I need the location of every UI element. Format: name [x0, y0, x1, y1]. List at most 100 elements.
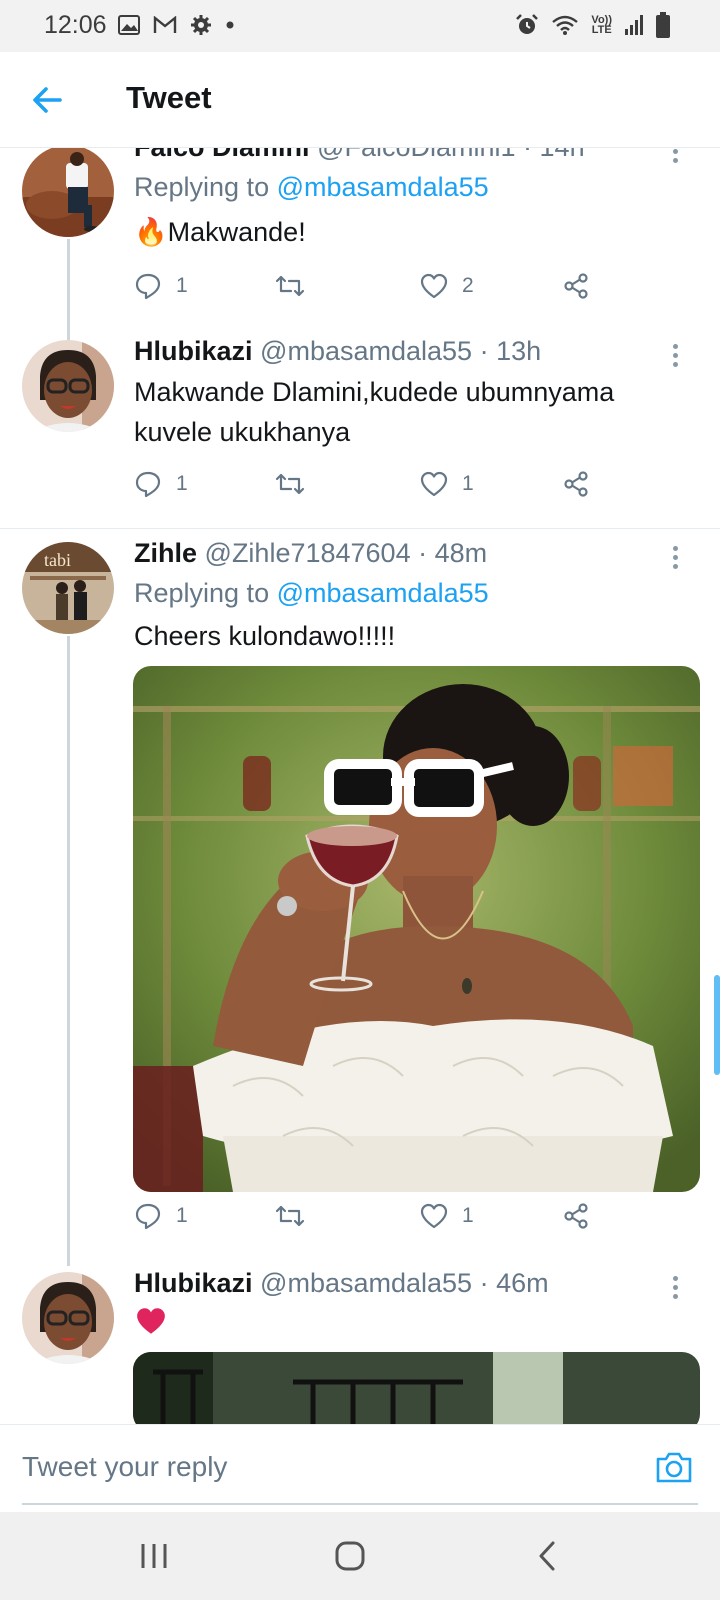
notification-icons [118, 14, 235, 36]
like-action[interactable]: 1 [420, 1196, 474, 1236]
share-action[interactable] [562, 464, 590, 504]
avatar[interactable] [22, 148, 114, 237]
tweet-actions: 1 2 [134, 266, 614, 306]
author-name[interactable]: Falco Dlamini [134, 148, 310, 162]
replying-to: Replying to @mbasamdala55 [134, 172, 489, 203]
reply-input[interactable]: Tweet your reply [22, 1447, 582, 1487]
author-name[interactable]: Hlubikazi [134, 336, 253, 366]
recent-apps-icon[interactable] [134, 1538, 174, 1574]
avatar-photo [22, 148, 114, 237]
reply-input-underline [22, 1503, 698, 1505]
tweet-actions: 1 1 [134, 464, 614, 504]
more-options-icon[interactable] [668, 546, 682, 572]
replying-to: Replying to @mbasamdala55 [134, 578, 489, 609]
reply-action[interactable]: 1 [134, 266, 188, 306]
tweet-thread[interactable]: Falco Dlamini @FalcoDlamini1 · 14h Reply… [0, 148, 720, 1424]
divider [0, 528, 720, 529]
settings-gear-icon [191, 15, 211, 35]
reply-count: 1 [176, 1204, 188, 1227]
replying-to-handle[interactable]: @mbasamdala55 [277, 172, 489, 202]
share-action[interactable] [562, 1196, 590, 1236]
tweet-hlubikazi-2[interactable]: Hlubikazi @mbasamdala55 · 46m [0, 1266, 720, 1424]
retweet-action[interactable] [274, 1196, 320, 1236]
more-options-icon[interactable] [668, 1276, 682, 1302]
replying-to-handle[interactable]: @mbasamdala55 [277, 578, 489, 608]
reply-count: 1 [176, 274, 188, 297]
avatar[interactable]: tabi [22, 542, 114, 634]
author-name[interactable]: Hlubikazi [134, 1268, 253, 1298]
avatar[interactable] [22, 1272, 114, 1364]
avatar-photo [22, 1272, 114, 1364]
system-nav-bar [0, 1512, 720, 1600]
page-title: Tweet [126, 80, 212, 115]
tweet-zihle[interactable]: tabi Zihle @Zihle71847604 · 48m Replying… [0, 536, 720, 1266]
tweet-header: Hlubikazi @mbasamdala55 · 13h [134, 336, 542, 366]
reply-action[interactable]: 1 [134, 1196, 188, 1236]
like-count: 1 [462, 472, 474, 495]
status-time: 12:06 [44, 11, 107, 39]
tweet-image[interactable] [133, 666, 700, 1192]
share-action[interactable] [562, 266, 590, 306]
volte-label-bottom: LTE [591, 24, 612, 36]
more-options-icon[interactable] [668, 344, 682, 370]
tweet-image[interactable] [133, 1352, 700, 1424]
thread-line [67, 636, 70, 1266]
author-handle: @FalcoDlamini1 [317, 148, 515, 162]
back-icon[interactable] [528, 1538, 568, 1574]
more-options-icon[interactable] [668, 148, 682, 166]
author-handle: @mbasamdala55 [260, 1268, 473, 1298]
reply-icon [135, 273, 161, 300]
retweet-icon [275, 1205, 305, 1227]
retweet-action[interactable] [274, 266, 320, 306]
reply-icon [135, 1203, 161, 1230]
dot-icon [226, 21, 234, 29]
reply-bar: Tweet your reply [0, 1424, 720, 1512]
gmail-icon [153, 16, 177, 33]
thread-line [67, 239, 70, 348]
scroll-indicator[interactable] [714, 975, 720, 1075]
reply-icon [135, 471, 161, 498]
red-heart-emoji [137, 1308, 165, 1334]
tweet-header: Zihle @Zihle71847604 · 48m [134, 538, 488, 568]
alarm-icon [516, 14, 539, 34]
share-icon [564, 471, 588, 497]
avatar[interactable] [22, 340, 114, 432]
tweet-actions: 1 1 [134, 1196, 614, 1236]
tweet-time: 14h [540, 148, 585, 162]
share-icon [564, 1203, 588, 1229]
like-count: 1 [462, 1204, 474, 1227]
tweet-body: Cheers kulondawo!!!!! [134, 621, 396, 651]
wifi-icon [552, 15, 579, 35]
avatar-photo [22, 340, 114, 432]
reply-action[interactable]: 1 [134, 464, 188, 504]
heart-outline-icon [420, 1203, 448, 1229]
system-icons: Vo)) LTE [515, 12, 670, 38]
tweet-emoji [134, 1306, 694, 1347]
tweet-header: Falco Dlamini @FalcoDlamini1 · 14h [134, 148, 585, 163]
battery-icon [656, 12, 670, 38]
retweet-action[interactable] [274, 464, 320, 504]
app-header: Tweet [0, 52, 720, 148]
back-arrow-icon[interactable] [28, 82, 68, 118]
retweet-icon [275, 473, 305, 495]
tweet-time: 48m [434, 538, 488, 568]
tweet-body: Makwande Dlamini,kudede ubumnyama kuvele… [134, 377, 615, 447]
like-action[interactable]: 1 [420, 464, 474, 504]
avatar-photo: tabi [22, 542, 114, 634]
like-action[interactable]: 2 [420, 266, 474, 306]
replying-to-label: Replying to [134, 578, 270, 608]
author-name[interactable]: Zihle [134, 538, 197, 568]
replying-to-label: Replying to [134, 172, 270, 202]
home-icon[interactable] [330, 1538, 370, 1574]
volte-icon: Vo)) LTE [591, 15, 612, 36]
heart-outline-icon [420, 273, 448, 299]
tweet-time: 13h [496, 336, 542, 366]
avatar-sign: tabi [44, 550, 71, 570]
camera-icon[interactable] [654, 1449, 694, 1485]
signal-icon [625, 15, 643, 35]
author-handle: @Zihle71847604 [204, 538, 411, 568]
author-handle: @mbasamdala55 [260, 336, 473, 366]
like-count: 2 [462, 274, 474, 297]
tweet-body: Makwande! [167, 217, 306, 247]
photo-woman-with-cocktail [133, 666, 700, 1192]
